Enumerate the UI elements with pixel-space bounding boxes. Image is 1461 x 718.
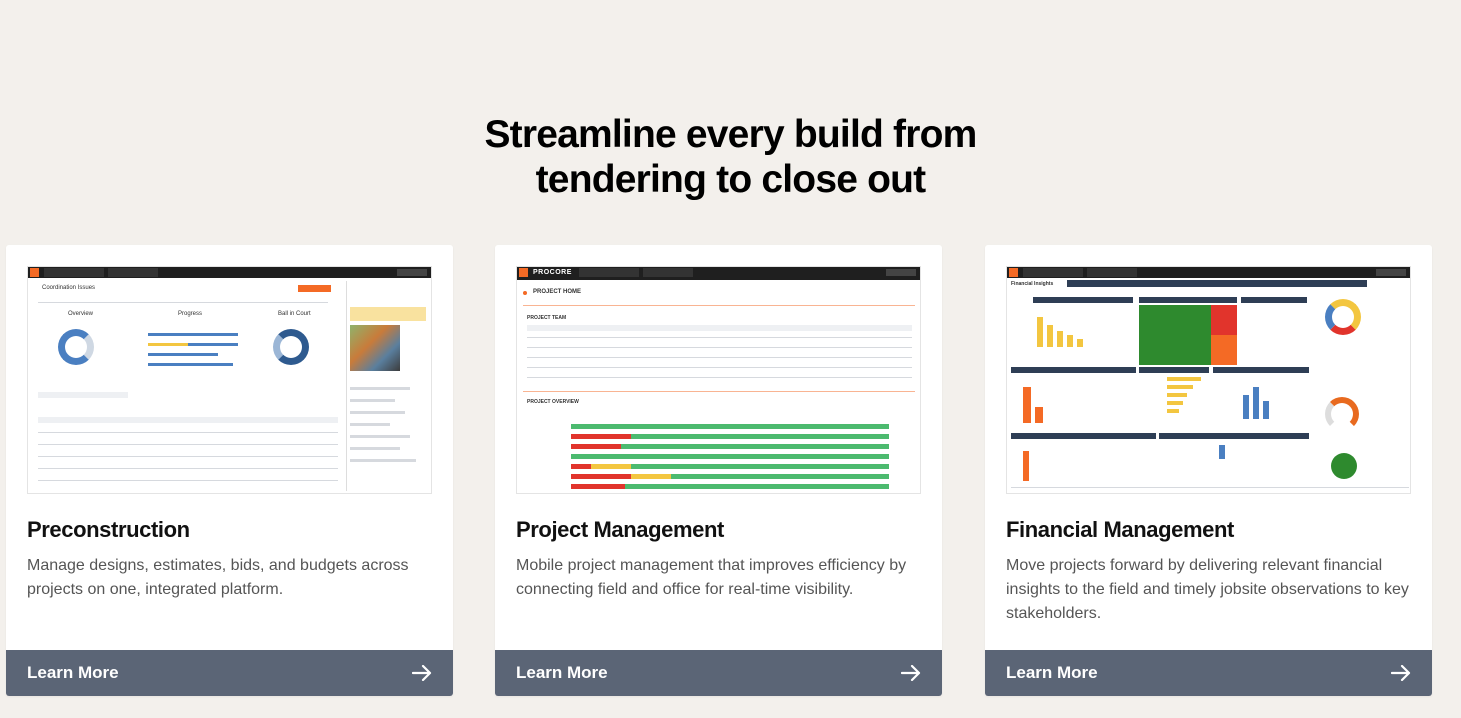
- learn-more-button-project-management[interactable]: Learn More: [495, 650, 942, 696]
- product-card-preconstruction: Coordination Issues Overview Progress Ba…: [6, 245, 453, 696]
- overview-section-label: PROJECT OVERVIEW: [527, 399, 579, 405]
- projects-by-stage-donut: [1325, 299, 1361, 335]
- financial-management-screenshot: Financial Insights: [1006, 266, 1411, 494]
- card-description: Move projects forward by delivering rele…: [1006, 557, 1409, 622]
- headline-line-1: Streamline every build from: [484, 113, 977, 156]
- team-section-label: PROJECT TEAM: [527, 315, 567, 321]
- brand-wordmark: PROCORE: [533, 269, 572, 276]
- ball-in-court-donut: [273, 329, 309, 365]
- arrow-right-icon: [1391, 665, 1411, 681]
- project-management-screenshot: PROCORE PROJECT HOME PROJECT TEAM PROJEC…: [516, 266, 921, 494]
- procore-logo-icon: [1009, 268, 1018, 277]
- preconstruction-screenshot: Coordination Issues Overview Progress Ba…: [27, 266, 432, 494]
- card-description: Mobile project management that improves …: [516, 557, 907, 598]
- treemap-block: [1139, 305, 1211, 365]
- product-card-financial-management: Financial Insights Financial Management …: [985, 245, 1432, 696]
- learn-more-label: Learn More: [1006, 663, 1098, 682]
- headline-line-2: tendering to close out: [535, 158, 927, 201]
- co-status-pie: [1331, 453, 1357, 479]
- chart-label-progress: Progress: [178, 311, 203, 317]
- page-headline: Streamline every build from tendering to…: [0, 112, 1461, 202]
- card-title: Preconstruction: [27, 517, 190, 542]
- card-title: Financial Management: [1006, 517, 1234, 542]
- screenshot-header: Coordination Issues: [42, 285, 96, 291]
- procore-logo-icon: [519, 268, 528, 277]
- chart-label-overview: Overview: [68, 311, 94, 317]
- screenshot-header: Financial Insights: [1011, 281, 1054, 287]
- arrow-right-icon: [412, 665, 432, 681]
- learn-more-label: Learn More: [516, 663, 608, 682]
- screenshot-header: PROJECT HOME: [533, 289, 582, 295]
- procore-logo-icon: [30, 268, 39, 277]
- learn-more-button-preconstruction[interactable]: Learn More: [6, 650, 453, 696]
- chart-label-ball-in-court: Ball in Court: [278, 311, 311, 317]
- model-thumbnail: [350, 325, 400, 371]
- learn-more-label: Learn More: [27, 663, 119, 682]
- product-card-project-management: PROCORE PROJECT HOME PROJECT TEAM PROJEC…: [495, 245, 942, 696]
- arrow-right-icon: [901, 665, 921, 681]
- card-title: Project Management: [516, 517, 724, 542]
- card-description: Manage designs, estimates, bids, and bud…: [27, 557, 409, 598]
- learn-more-button-financial-management[interactable]: Learn More: [985, 650, 1432, 696]
- gauge-icon: [1325, 397, 1359, 431]
- overview-donut: [58, 329, 94, 365]
